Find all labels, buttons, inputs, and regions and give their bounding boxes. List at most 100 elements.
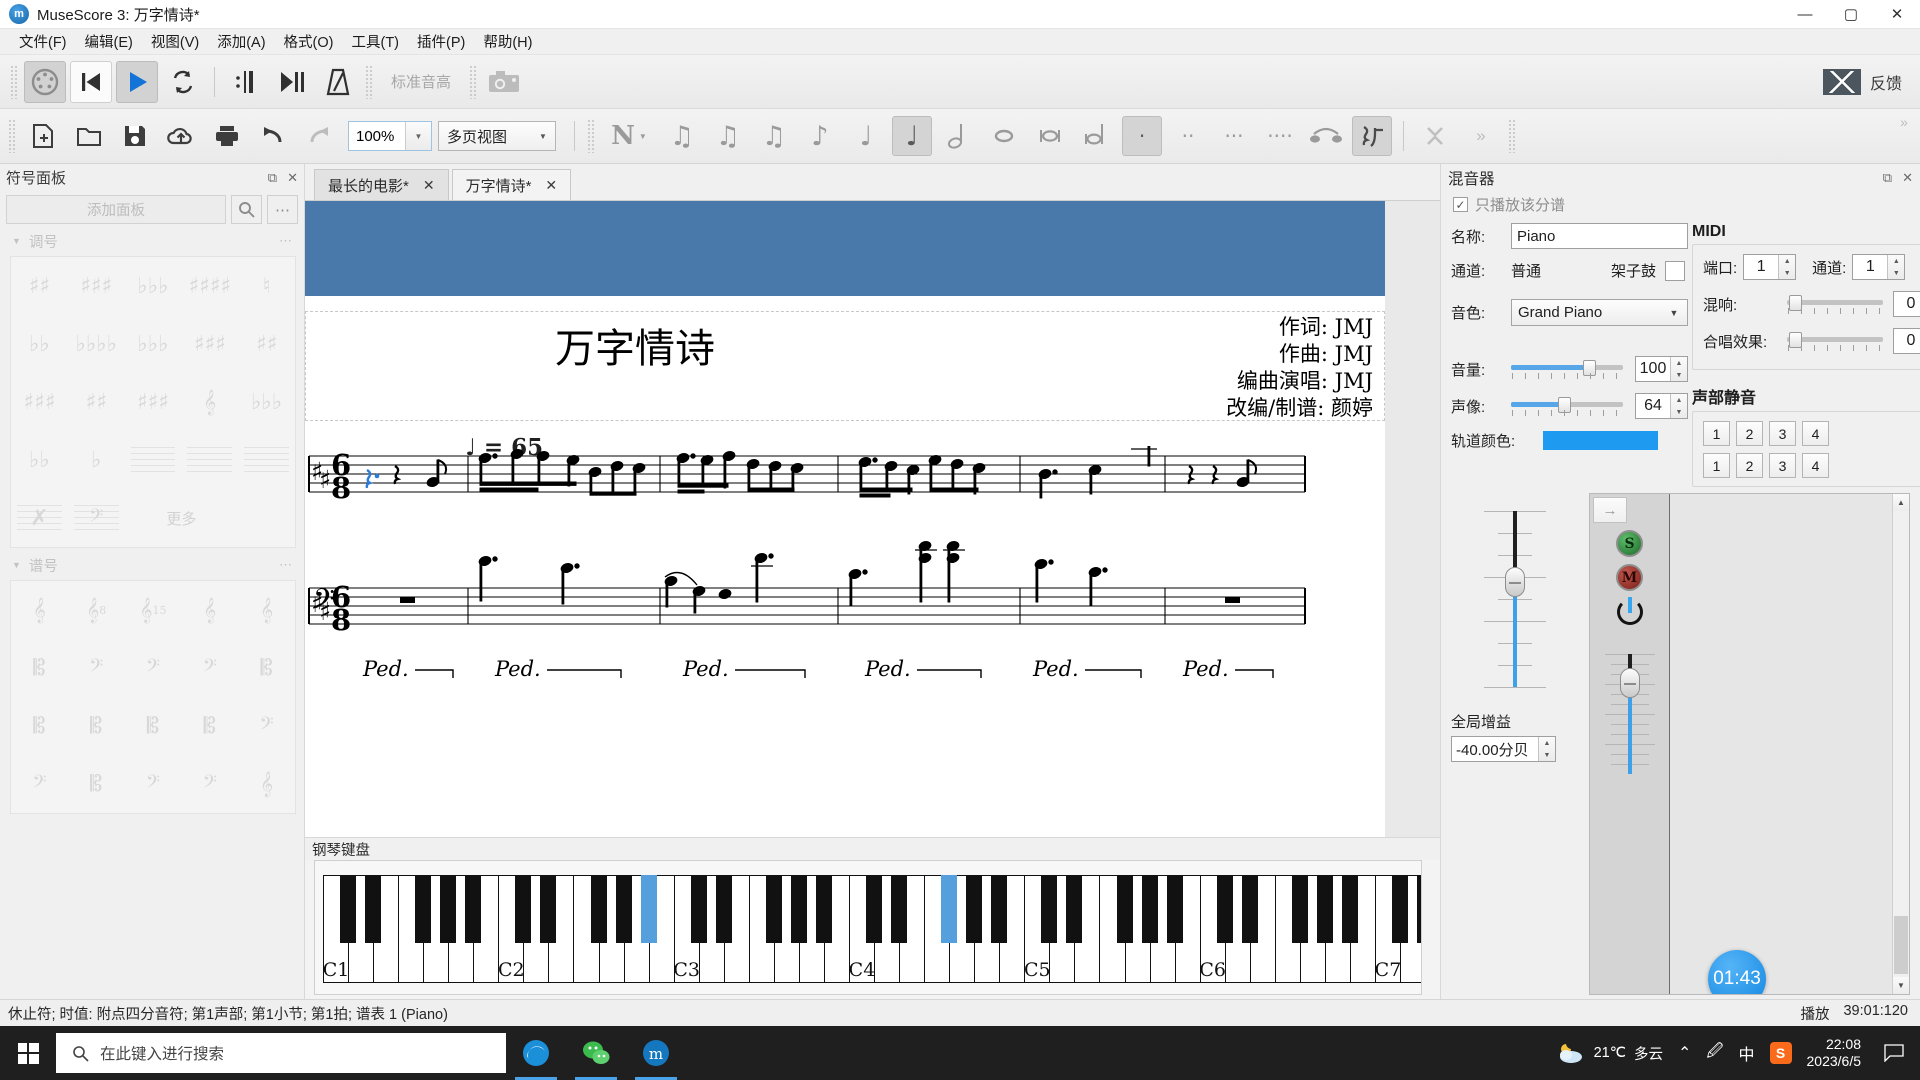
palette-cell[interactable]: ♭♭♭ (238, 373, 295, 431)
weather-widget[interactable]: 21℃ 多云 (1556, 1041, 1663, 1065)
solo-button[interactable]: S (1616, 530, 1643, 557)
spin-down-icon[interactable]: ▼ (1671, 369, 1687, 381)
piano-black-key[interactable] (465, 875, 482, 943)
palette-cell[interactable]: ♮ (238, 257, 295, 315)
piano-black-key[interactable] (1066, 875, 1083, 943)
palette-cell[interactable]: ♯♯ (238, 315, 295, 373)
palette-cell[interactable]: ♯♯♯ (68, 257, 125, 315)
score-title-text[interactable]: 万字情诗 (555, 316, 715, 374)
piano-channel-strip[interactable]: → S M (1590, 494, 1670, 994)
undo-button[interactable] (253, 116, 293, 156)
palette-cell[interactable]: 𝄡 (11, 639, 68, 697)
piano-black-key[interactable] (1291, 875, 1308, 943)
tray-expand-icon[interactable]: ⌃ (1678, 1043, 1691, 1063)
palette-cell[interactable]: 𝄢 (11, 755, 68, 813)
augmentation-dot-button[interactable]: · (1122, 116, 1162, 156)
credit-composer[interactable]: 作曲: JMJ (1226, 341, 1373, 368)
image-capture-button[interactable] (483, 61, 525, 103)
duration-breve-button[interactable] (1030, 116, 1070, 156)
loop-button[interactable] (162, 61, 204, 103)
palette-cell[interactable]: ♯♯ (11, 257, 68, 315)
solo-part-row[interactable]: ✓ 只播放该分谱 (1441, 191, 1920, 223)
zoom-input[interactable] (349, 127, 405, 145)
piano-keyboard-panel[interactable]: C1C2C3C4C5C6C7C8 (314, 860, 1422, 995)
music-notation[interactable]: ♯♯ ♯♯ 68 68 𝄢 Ped. Ped. Ped. Ped. Ped. P… (305, 446, 1405, 836)
rest-button[interactable] (1352, 116, 1392, 156)
ime-mode-icon[interactable]: 中 (1738, 1041, 1754, 1065)
duration-whole-button[interactable] (984, 116, 1024, 156)
score-tab-2-close-icon[interactable]: ✕ (545, 177, 557, 194)
piano-black-key[interactable] (340, 875, 356, 943)
palette-cell[interactable]: ♭♭♭♭ (68, 315, 125, 373)
spinner-arrows[interactable]: ▲ ▼ (1670, 357, 1687, 381)
open-score-button[interactable] (69, 116, 109, 156)
spinner-arrows[interactable]: ▲ ▼ (1538, 737, 1555, 761)
duration-half-button[interactable] (938, 116, 978, 156)
palette-grid-keysig[interactable]: ♯♯ ♯♯♯ ♭♭♭ ♯♯♯♯ ♮ ♭♭ ♭♭♭♭ ♭♭♭ ♯♯♯ ♯♯ ♯♯♯… (10, 256, 296, 548)
menu-file[interactable]: 文件(F) (10, 28, 76, 55)
palette-group-keysig[interactable]: ▼ 调号 ⋯ (0, 230, 304, 252)
zoom-control[interactable]: ▼ (348, 121, 432, 151)
piano-black-key[interactable] (866, 875, 883, 943)
piano-black-key[interactable] (1417, 875, 1421, 943)
palette-cell[interactable]: 𝄞 (181, 373, 238, 431)
channel-strip-area[interactable]: → S M 01:43 ▲ ▼ (1589, 493, 1910, 995)
spinner-arrows[interactable]: ▲ ▼ (1778, 255, 1796, 279)
palette-close-icon[interactable]: ✕ (287, 170, 298, 186)
drumset-checkbox[interactable] (1665, 260, 1686, 281)
piano-black-key[interactable] (815, 875, 832, 943)
sogou-icon[interactable]: S (1769, 1042, 1792, 1064)
taskbar-clock[interactable]: 22:08 2023/6/5 (1807, 1036, 1862, 1071)
piano-black-key[interactable] (1216, 875, 1233, 943)
score-credits[interactable]: 作词: JMJ 作曲: JMJ 编曲演唱: JMJ 改编/制谱: 颜婷 (1226, 314, 1373, 422)
menu-help[interactable]: 帮助(H) (474, 28, 541, 55)
mixer-close-icon[interactable]: ✕ (1902, 170, 1913, 186)
palette-cell[interactable]: ♯♯♯ (11, 373, 68, 431)
palette-cell[interactable]: 𝄞 8 (68, 581, 125, 639)
sound-select[interactable]: Grand Piano ▼ (1511, 299, 1688, 326)
credit-lyricist[interactable]: 作词: JMJ (1226, 314, 1373, 341)
piano-black-key[interactable] (715, 875, 732, 943)
toolbar-grip-2[interactable] (365, 64, 373, 99)
score-page[interactable]: 万字情诗 作词: JMJ 作曲: JMJ 编曲演唱: JMJ 改编/制谱: 颜婷… (305, 296, 1385, 837)
concert-pitch-label[interactable]: 标准音高 (377, 71, 465, 92)
spin-down-icon[interactable]: ▼ (1671, 406, 1687, 418)
palette-cell[interactable]: 𝄡 (68, 755, 125, 813)
spin-down-icon[interactable]: ▼ (1539, 749, 1555, 761)
fader-thumb[interactable] (1619, 668, 1640, 698)
piano-black-key[interactable] (640, 875, 657, 943)
palette-cell[interactable]: 𝄞 (11, 581, 68, 639)
palette-more-link[interactable]: 更多 (125, 489, 239, 547)
palette-cell[interactable]: ♯♯ (68, 373, 125, 431)
palette-cell[interactable]: 𝄢 (181, 639, 238, 697)
piano-black-key[interactable] (1316, 875, 1333, 943)
piano-black-key[interactable] (790, 875, 807, 943)
piano-black-key[interactable] (440, 875, 457, 943)
redo-button[interactable] (299, 116, 339, 156)
feedback-button[interactable]: 反馈 (1822, 68, 1920, 95)
pan-spinner[interactable]: 64 ▲ ▼ (1635, 393, 1688, 419)
scroll-up-arrow[interactable]: ▲ (1893, 494, 1909, 511)
flip-direction-button[interactable] (1415, 116, 1455, 156)
volume-spinner[interactable]: 100 ▲ ▼ (1635, 356, 1688, 382)
piano-black-key[interactable] (1116, 875, 1133, 943)
chorus-spinner[interactable]: 0 ▲▼ (1893, 328, 1920, 354)
reverb-slider[interactable] (1787, 293, 1883, 315)
menu-add[interactable]: 添加(A) (208, 28, 274, 55)
pen-icon[interactable]: 🖉 (1706, 1040, 1723, 1067)
new-score-button[interactable] (23, 116, 63, 156)
palette-more-button[interactable]: ⋯ (267, 195, 298, 224)
menu-plugins[interactable]: 插件(P) (408, 28, 474, 55)
duration-eighth2-button[interactable]: ♩ (846, 116, 886, 156)
palette-cell[interactable]: 𝄢 (68, 639, 125, 697)
piano-black-key[interactable] (1141, 875, 1158, 943)
port-value[interactable]: 1 (1744, 255, 1778, 279)
voice-mute-2-4[interactable]: 4 (1802, 453, 1829, 478)
palette-cell[interactable] (238, 431, 295, 489)
palette-cell[interactable]: 𝄡 (11, 697, 68, 755)
play-repeats-button[interactable] (225, 61, 267, 103)
play-button[interactable] (116, 60, 158, 103)
toolbar-grip-3[interactable] (469, 64, 478, 99)
score-header-frame[interactable] (305, 311, 1385, 421)
duration-eighth-button[interactable]: ♪ (800, 116, 840, 156)
